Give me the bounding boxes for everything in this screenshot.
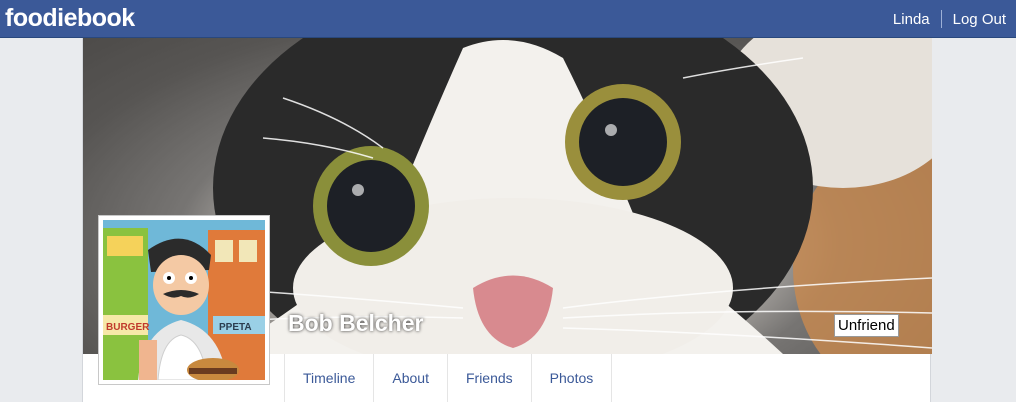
profile-picture-image: BURGER PPETA	[103, 220, 265, 380]
profile-name: Bob Belcher	[288, 310, 424, 336]
tab-timeline[interactable]: Timeline	[284, 354, 375, 402]
tab-photos[interactable]: Photos	[532, 354, 613, 402]
user-nav: Linda Log Out	[893, 10, 1006, 28]
profile-tabs: Timeline About Friends Photos	[284, 354, 613, 402]
tab-friends[interactable]: Friends	[448, 354, 532, 402]
logout-link[interactable]: Log Out	[953, 11, 1006, 28]
nav-divider	[940, 10, 942, 28]
site-logo[interactable]: foodiebook	[5, 4, 135, 33]
profile-panel: Bob Belcher Unfriend BURGER PPETA Timeli…	[82, 38, 932, 402]
tab-about[interactable]: About	[374, 354, 448, 402]
top-navigation-bar: foodiebook Linda Log Out	[0, 0, 1016, 38]
user-profile-link[interactable]: Linda	[893, 11, 930, 28]
profile-picture[interactable]: BURGER PPETA	[98, 215, 270, 385]
unfriend-button[interactable]: Unfriend	[834, 314, 899, 337]
store-sign-text: PPETA	[219, 322, 252, 333]
burger-sign-text: BURGER	[106, 322, 150, 333]
